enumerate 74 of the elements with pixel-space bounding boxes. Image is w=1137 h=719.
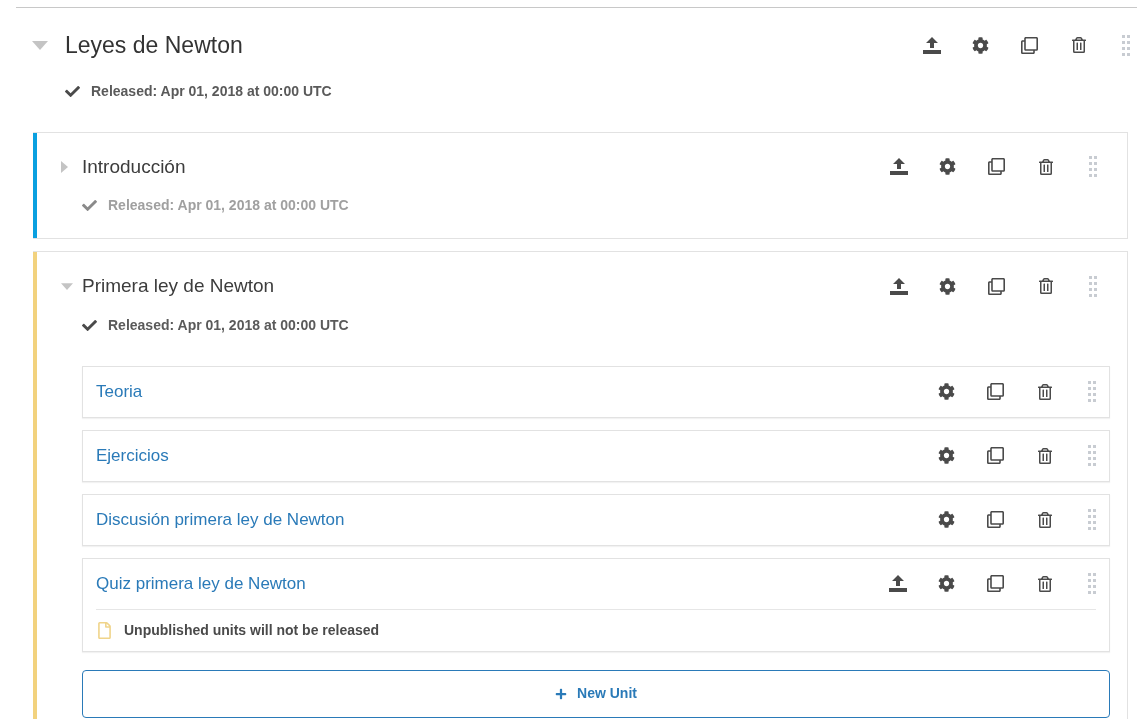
settings-icon	[938, 447, 955, 464]
release-status: Released: Apr 01, 2018 at 00:00 UTC	[91, 81, 332, 101]
settings-button[interactable]	[939, 277, 956, 295]
delete-icon	[1037, 278, 1054, 295]
upload-icon	[889, 158, 908, 176]
drag-handle-icon[interactable]	[1089, 156, 1097, 178]
drag-handle-icon[interactable]	[1089, 275, 1097, 297]
duplicate-button[interactable]	[987, 575, 1004, 592]
check-icon	[65, 83, 80, 99]
upload-icon	[922, 36, 941, 54]
drag-handle-icon[interactable]	[1088, 381, 1096, 402]
duplicate-icon	[988, 158, 1005, 176]
unit-link[interactable]: Teoria	[96, 378, 873, 405]
publish-button[interactable]	[889, 158, 908, 176]
delete-icon	[1036, 447, 1053, 464]
delete-button[interactable]	[1036, 447, 1053, 464]
duplicate-icon	[1021, 36, 1038, 54]
publish-button[interactable]	[888, 575, 907, 592]
release-status: Released: Apr 01, 2018 at 00:00 UTC	[108, 315, 349, 335]
settings-icon	[938, 575, 955, 592]
delete-button[interactable]	[1036, 383, 1053, 400]
settings-button[interactable]	[938, 575, 955, 592]
duplicate-button[interactable]	[1021, 36, 1038, 54]
delete-icon	[1070, 37, 1087, 54]
unit-link[interactable]: Quiz primera ley de Newton	[96, 570, 873, 597]
duplicate-button[interactable]	[987, 511, 1004, 528]
duplicate-icon	[987, 383, 1004, 400]
unit-warning: Unpublished units will not be released	[124, 620, 380, 640]
duplicate-button[interactable]	[987, 447, 1004, 464]
settings-icon	[939, 277, 956, 295]
delete-button[interactable]	[1037, 278, 1054, 295]
release-status: Released: Apr 01, 2018 at 00:00 UTC	[108, 196, 349, 215]
delete-button[interactable]	[1036, 511, 1053, 528]
check-icon	[82, 317, 97, 333]
delete-button[interactable]	[1070, 37, 1087, 54]
publish-button[interactable]	[889, 277, 908, 295]
subsection-title: Primera ley de Newton	[82, 274, 276, 298]
drag-handle-icon[interactable]	[1122, 34, 1130, 56]
delete-button[interactable]	[1037, 158, 1054, 175]
delete-icon	[1036, 575, 1053, 592]
settings-icon	[939, 158, 956, 176]
subsection-title: Introducción	[82, 154, 187, 179]
unit-link[interactable]: Ejercicios	[96, 442, 873, 469]
duplicate-button[interactable]	[988, 277, 1005, 295]
upload-icon	[889, 277, 908, 295]
section-title: Leyes de Newton	[65, 31, 244, 60]
duplicate-button[interactable]	[987, 383, 1004, 400]
publish-button[interactable]	[922, 36, 941, 54]
settings-icon	[972, 36, 989, 54]
settings-button[interactable]	[938, 511, 955, 528]
upload-icon	[888, 575, 907, 592]
duplicate-icon	[987, 511, 1004, 528]
settings-button[interactable]	[939, 158, 956, 176]
drag-handle-icon[interactable]	[1088, 573, 1096, 594]
delete-icon	[1037, 158, 1054, 175]
duplicate-icon	[987, 575, 1004, 592]
drag-handle-icon[interactable]	[1088, 445, 1096, 466]
check-icon	[82, 198, 97, 213]
settings-button[interactable]	[938, 447, 955, 464]
delete-icon	[1036, 383, 1053, 400]
duplicate-button[interactable]	[988, 158, 1005, 176]
settings-icon	[938, 383, 955, 400]
drag-handle-icon[interactable]	[1088, 509, 1096, 530]
settings-icon	[938, 511, 955, 528]
settings-button[interactable]	[972, 36, 989, 54]
delete-icon	[1036, 511, 1053, 528]
duplicate-icon	[988, 277, 1005, 295]
settings-button[interactable]	[938, 383, 955, 400]
plus-icon	[555, 687, 568, 700]
new-unit-button[interactable]: New Unit	[82, 669, 1110, 718]
unit-link[interactable]: Discusión primera ley de Newton	[96, 506, 873, 533]
duplicate-icon	[987, 447, 1004, 464]
document-icon	[96, 621, 113, 639]
delete-button[interactable]	[1036, 575, 1053, 592]
